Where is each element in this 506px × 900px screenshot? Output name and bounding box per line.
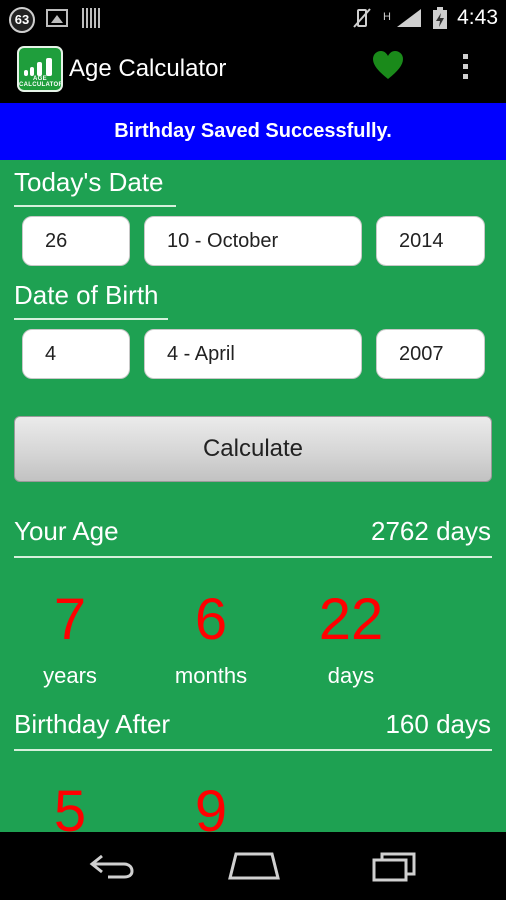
birthday-after-label: Birthday After	[14, 709, 171, 739]
app-title: Age Calculator	[69, 55, 227, 82]
status-bar: 63 H 4:43	[0, 0, 506, 36]
back-icon[interactable]	[88, 852, 136, 880]
heart-icon[interactable]	[372, 50, 404, 82]
image-icon	[46, 9, 68, 27]
status-right: H 4:43	[351, 0, 498, 36]
battery-charging-icon	[433, 7, 448, 29]
birthday-after-divider	[14, 749, 492, 751]
calculate-button[interactable]: Calculate	[14, 416, 492, 482]
birth-day-field[interactable]: 4	[22, 329, 130, 379]
svg-text:H: H	[383, 11, 391, 23]
birth-month-field[interactable]: 4 - April	[144, 329, 362, 379]
today-year-field[interactable]: 2014	[376, 216, 485, 266]
age-months-unit: months	[174, 663, 248, 688]
today-month-field[interactable]: 10 - October	[144, 216, 362, 266]
barcode-icon	[82, 8, 102, 28]
today-day-field[interactable]: 26	[22, 216, 130, 266]
toast-message: Birthday Saved Successfully.	[0, 103, 506, 160]
action-bar: AGE CALCULATOR Age Calculator	[0, 36, 506, 102]
age-days-unit: days	[327, 663, 375, 688]
app-logo-icon[interactable]: AGE CALCULATOR	[17, 46, 63, 92]
age-years-unit: years	[43, 663, 97, 688]
birthday-months-value: 5	[53, 779, 87, 832]
birthday-days-value: 9	[194, 779, 228, 832]
no-vibrate-icon	[353, 8, 371, 28]
recent-apps-icon[interactable]	[370, 850, 418, 882]
app-logo-caption: AGE CALCULATOR	[19, 76, 63, 88]
date-of-birth-label: Date of Birth	[14, 280, 159, 310]
signal-icon: H	[383, 9, 422, 27]
overflow-menu-icon[interactable]	[458, 54, 472, 86]
todays-date-label: Today's Date	[14, 167, 164, 197]
age-days-value: 22	[318, 587, 384, 652]
main-content: Today's Date 26 10 - October 2014 Date o…	[0, 160, 506, 832]
age-years-value: 7	[53, 587, 87, 652]
home-icon[interactable]	[226, 850, 282, 880]
date-of-birth-divider	[14, 318, 168, 320]
age-months-value: 6	[194, 587, 228, 652]
your-age-total-days: 2762 days	[371, 516, 491, 546]
todays-date-divider	[14, 205, 176, 207]
your-age-label: Your Age	[14, 516, 119, 546]
notification-count-icon: 63	[9, 7, 35, 33]
clock: 4:43	[457, 6, 498, 29]
birth-year-field[interactable]: 2007	[376, 329, 485, 379]
navigation-bar	[0, 832, 506, 900]
your-age-divider	[14, 556, 492, 558]
birthday-after-total-days: 160 days	[385, 709, 491, 739]
